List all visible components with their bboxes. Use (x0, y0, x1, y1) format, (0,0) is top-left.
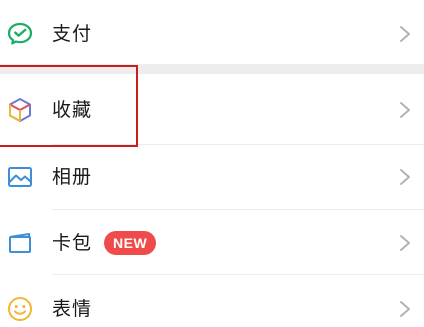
chevron-right-icon (398, 101, 412, 119)
smiley-icon (6, 295, 34, 323)
menu-item-cards[interactable]: 卡包 NEW (0, 210, 424, 274)
menu-item-label: 支付 (52, 23, 93, 45)
menu-item-stickers[interactable]: 表情 (0, 275, 424, 327)
menu-item-pay[interactable]: 支付 (0, 0, 424, 64)
section-gap (0, 64, 424, 74)
menu-item-album[interactable]: 相册 (0, 145, 424, 209)
chevron-right-icon (398, 300, 412, 318)
new-badge: NEW (104, 231, 157, 255)
menu-item-favorites[interactable]: 收藏 (0, 74, 424, 144)
menu-item-label: 表情 (52, 298, 93, 320)
menu-item-label: 卡包 (52, 232, 93, 254)
menu-item-label: 收藏 (52, 99, 93, 121)
picture-icon (6, 163, 34, 191)
card-icon (6, 229, 34, 257)
chevron-right-icon (398, 168, 412, 186)
chevron-right-icon (398, 25, 412, 43)
wechat-pay-icon (6, 20, 34, 48)
cube-icon (6, 96, 34, 124)
chevron-right-icon (398, 234, 412, 252)
menu-item-label: 相册 (52, 166, 93, 188)
